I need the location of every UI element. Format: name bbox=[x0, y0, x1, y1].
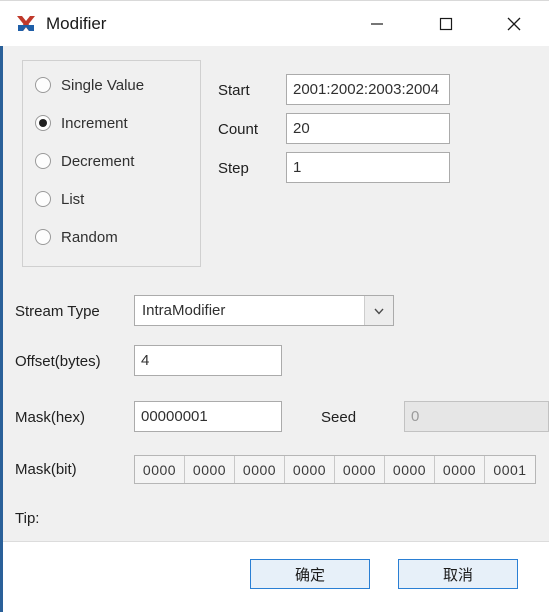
count-input[interactable] bbox=[286, 113, 450, 144]
radio-label-random: Random bbox=[61, 228, 118, 246]
table-row: 0000 bbox=[285, 456, 335, 483]
stream-type-label: Stream Type bbox=[15, 303, 100, 320]
ok-button[interactable]: 确定 bbox=[250, 559, 370, 589]
mask-hex-label: Mask(hex) bbox=[15, 409, 86, 426]
radio-label-list: List bbox=[61, 190, 85, 208]
radio-label-increment: Increment bbox=[61, 114, 128, 132]
mask-hex-input[interactable] bbox=[134, 401, 282, 432]
radio-increment[interactable]: Increment bbox=[35, 111, 128, 135]
seed-input bbox=[404, 401, 549, 432]
radio-mark-increment bbox=[35, 115, 51, 131]
step-label: Step bbox=[218, 160, 249, 177]
table-row: 0000 bbox=[135, 456, 185, 483]
minimize-button[interactable] bbox=[354, 1, 400, 46]
offset-input[interactable] bbox=[134, 345, 282, 376]
title-bar: Modifier bbox=[0, 0, 549, 47]
maximize-button[interactable] bbox=[423, 1, 469, 46]
radio-mark-list bbox=[35, 191, 51, 207]
table-row: 0000 bbox=[435, 456, 485, 483]
modifier-mode-group: Single Value Increment Decrement List Ra… bbox=[22, 60, 201, 267]
start-input[interactable] bbox=[286, 74, 450, 105]
cancel-button[interactable]: 取消 bbox=[398, 559, 518, 589]
mask-bit-cells: 0000 0000 0000 0000 0000 0000 0000 0001 bbox=[134, 455, 536, 484]
table-row: 0000 bbox=[235, 456, 285, 483]
table-row: 0000 bbox=[385, 456, 435, 483]
step-input[interactable] bbox=[286, 152, 450, 183]
offset-label: Offset(bytes) bbox=[15, 353, 101, 370]
radio-mark-single-value bbox=[35, 77, 51, 93]
app-x-logo-icon bbox=[14, 12, 38, 36]
table-row: 0000 bbox=[185, 456, 235, 483]
radio-decrement[interactable]: Decrement bbox=[35, 149, 134, 173]
radio-mark-decrement bbox=[35, 153, 51, 169]
dialog-client-area: Single Value Increment Decrement List Ra… bbox=[0, 46, 549, 612]
radio-mark-random bbox=[35, 229, 51, 245]
close-button[interactable] bbox=[491, 1, 537, 46]
stream-type-select[interactable]: IntraModifier bbox=[134, 295, 394, 326]
window-title: Modifier bbox=[46, 14, 107, 33]
chevron-down-icon bbox=[364, 296, 393, 325]
count-label: Count bbox=[218, 121, 259, 138]
table-row: 0000 bbox=[335, 456, 385, 483]
mask-bit-label: Mask(bit) bbox=[15, 461, 77, 478]
radio-random[interactable]: Random bbox=[35, 225, 118, 249]
modifier-dialog-window: Modifier Single Value Increment Decremen… bbox=[0, 0, 549, 612]
radio-label-decrement: Decrement bbox=[61, 152, 135, 170]
tip-label: Tip: bbox=[15, 510, 40, 527]
radio-label-single-value: Single Value bbox=[61, 76, 145, 94]
radio-single-value[interactable]: Single Value bbox=[35, 73, 144, 97]
start-label: Start bbox=[218, 82, 250, 99]
radio-list[interactable]: List bbox=[35, 187, 84, 211]
seed-label: Seed bbox=[321, 409, 357, 426]
table-row: 0001 bbox=[493, 461, 527, 478]
stream-type-value: IntraModifier bbox=[142, 302, 226, 319]
